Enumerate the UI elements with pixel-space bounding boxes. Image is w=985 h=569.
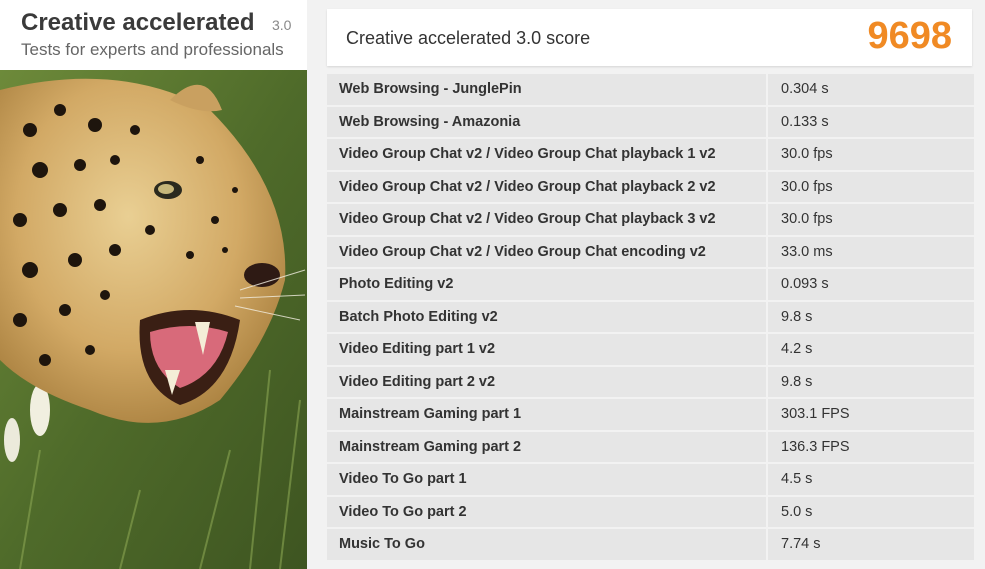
result-name: Video To Go part 1 (327, 464, 766, 495)
result-name: Web Browsing - JunglePin (327, 74, 766, 105)
results-panel: Creative accelerated 3.0 score 9698 Web … (310, 0, 985, 569)
result-name: Web Browsing - Amazonia (327, 106, 766, 137)
result-row: Video Editing part 2 v2 9.8 s (327, 366, 974, 397)
score-card: Creative accelerated 3.0 score 9698 (327, 9, 972, 66)
result-name: Video Group Chat v2 / Video Group Chat e… (327, 236, 766, 267)
result-value: 136.3 FPS (768, 431, 974, 462)
leopard-image (0, 70, 307, 569)
test-subtitle: Tests for experts and professionals (21, 40, 284, 59)
result-row: Video Group Chat v2 / Video Group Chat e… (327, 236, 974, 267)
score-label: Creative accelerated 3.0 score (346, 28, 591, 48)
result-row: Batch Photo Editing v2 9.8 s (327, 301, 974, 332)
result-value: 4.5 s (768, 464, 974, 495)
result-name: Music To Go (327, 529, 766, 560)
result-row: Video Group Chat v2 / Video Group Chat p… (327, 204, 974, 235)
result-value: 30.0 fps (768, 139, 974, 170)
test-title: Creative accelerated (21, 9, 255, 36)
result-value: 0.133 s (768, 106, 974, 137)
result-name: Video Group Chat v2 / Video Group Chat p… (327, 204, 766, 235)
result-row: Web Browsing - JunglePin 0.304 s (327, 74, 974, 105)
result-name: Video Group Chat v2 / Video Group Chat p… (327, 139, 766, 170)
test-version: 3.0 (272, 17, 292, 33)
result-name: Video Editing part 2 v2 (327, 366, 766, 397)
result-row: Video To Go part 1 4.5 s (327, 464, 974, 495)
score-value: 9698 (867, 15, 952, 57)
result-value: 4.2 s (768, 334, 974, 365)
result-value: 9.8 s (768, 366, 974, 397)
result-row: Web Browsing - Amazonia 0.133 s (327, 106, 974, 137)
result-row: Video To Go part 2 5.0 s (327, 496, 974, 527)
result-value: 33.0 ms (768, 236, 974, 267)
result-row: Video Editing part 1 v2 4.2 s (327, 334, 974, 365)
result-value: 0.304 s (768, 74, 974, 105)
result-row: Mainstream Gaming part 2 136.3 FPS (327, 431, 974, 462)
results-table: Web Browsing - JunglePin 0.304 s Web Brows… (327, 74, 974, 562)
result-name: Video Editing part 1 v2 (327, 334, 766, 365)
result-name: Video Group Chat v2 / Video Group Chat p… (327, 171, 766, 202)
result-value: 303.1 FPS (768, 399, 974, 430)
result-name: Mainstream Gaming part 1 (327, 399, 766, 430)
result-row: Music To Go 7.74 s (327, 529, 974, 560)
result-name: Batch Photo Editing v2 (327, 301, 766, 332)
left-panel: Creative accelerated 3.0 Tests for exper… (0, 0, 307, 569)
leopard-illustration (0, 70, 307, 569)
result-value: 9.8 s (768, 301, 974, 332)
test-header: Creative accelerated 3.0 Tests for exper… (0, 0, 307, 70)
result-row: Video Group Chat v2 / Video Group Chat p… (327, 171, 974, 202)
result-value: 7.74 s (768, 529, 974, 560)
result-row: Mainstream Gaming part 1 303.1 FPS (327, 399, 974, 430)
result-name: Photo Editing v2 (327, 269, 766, 300)
result-value: 0.093 s (768, 269, 974, 300)
result-value: 5.0 s (768, 496, 974, 527)
result-name: Video To Go part 2 (327, 496, 766, 527)
result-row: Video Group Chat v2 / Video Group Chat p… (327, 139, 974, 170)
result-value: 30.0 fps (768, 171, 974, 202)
result-row: Photo Editing v2 0.093 s (327, 269, 974, 300)
result-name: Mainstream Gaming part 2 (327, 431, 766, 462)
result-value: 30.0 fps (768, 204, 974, 235)
